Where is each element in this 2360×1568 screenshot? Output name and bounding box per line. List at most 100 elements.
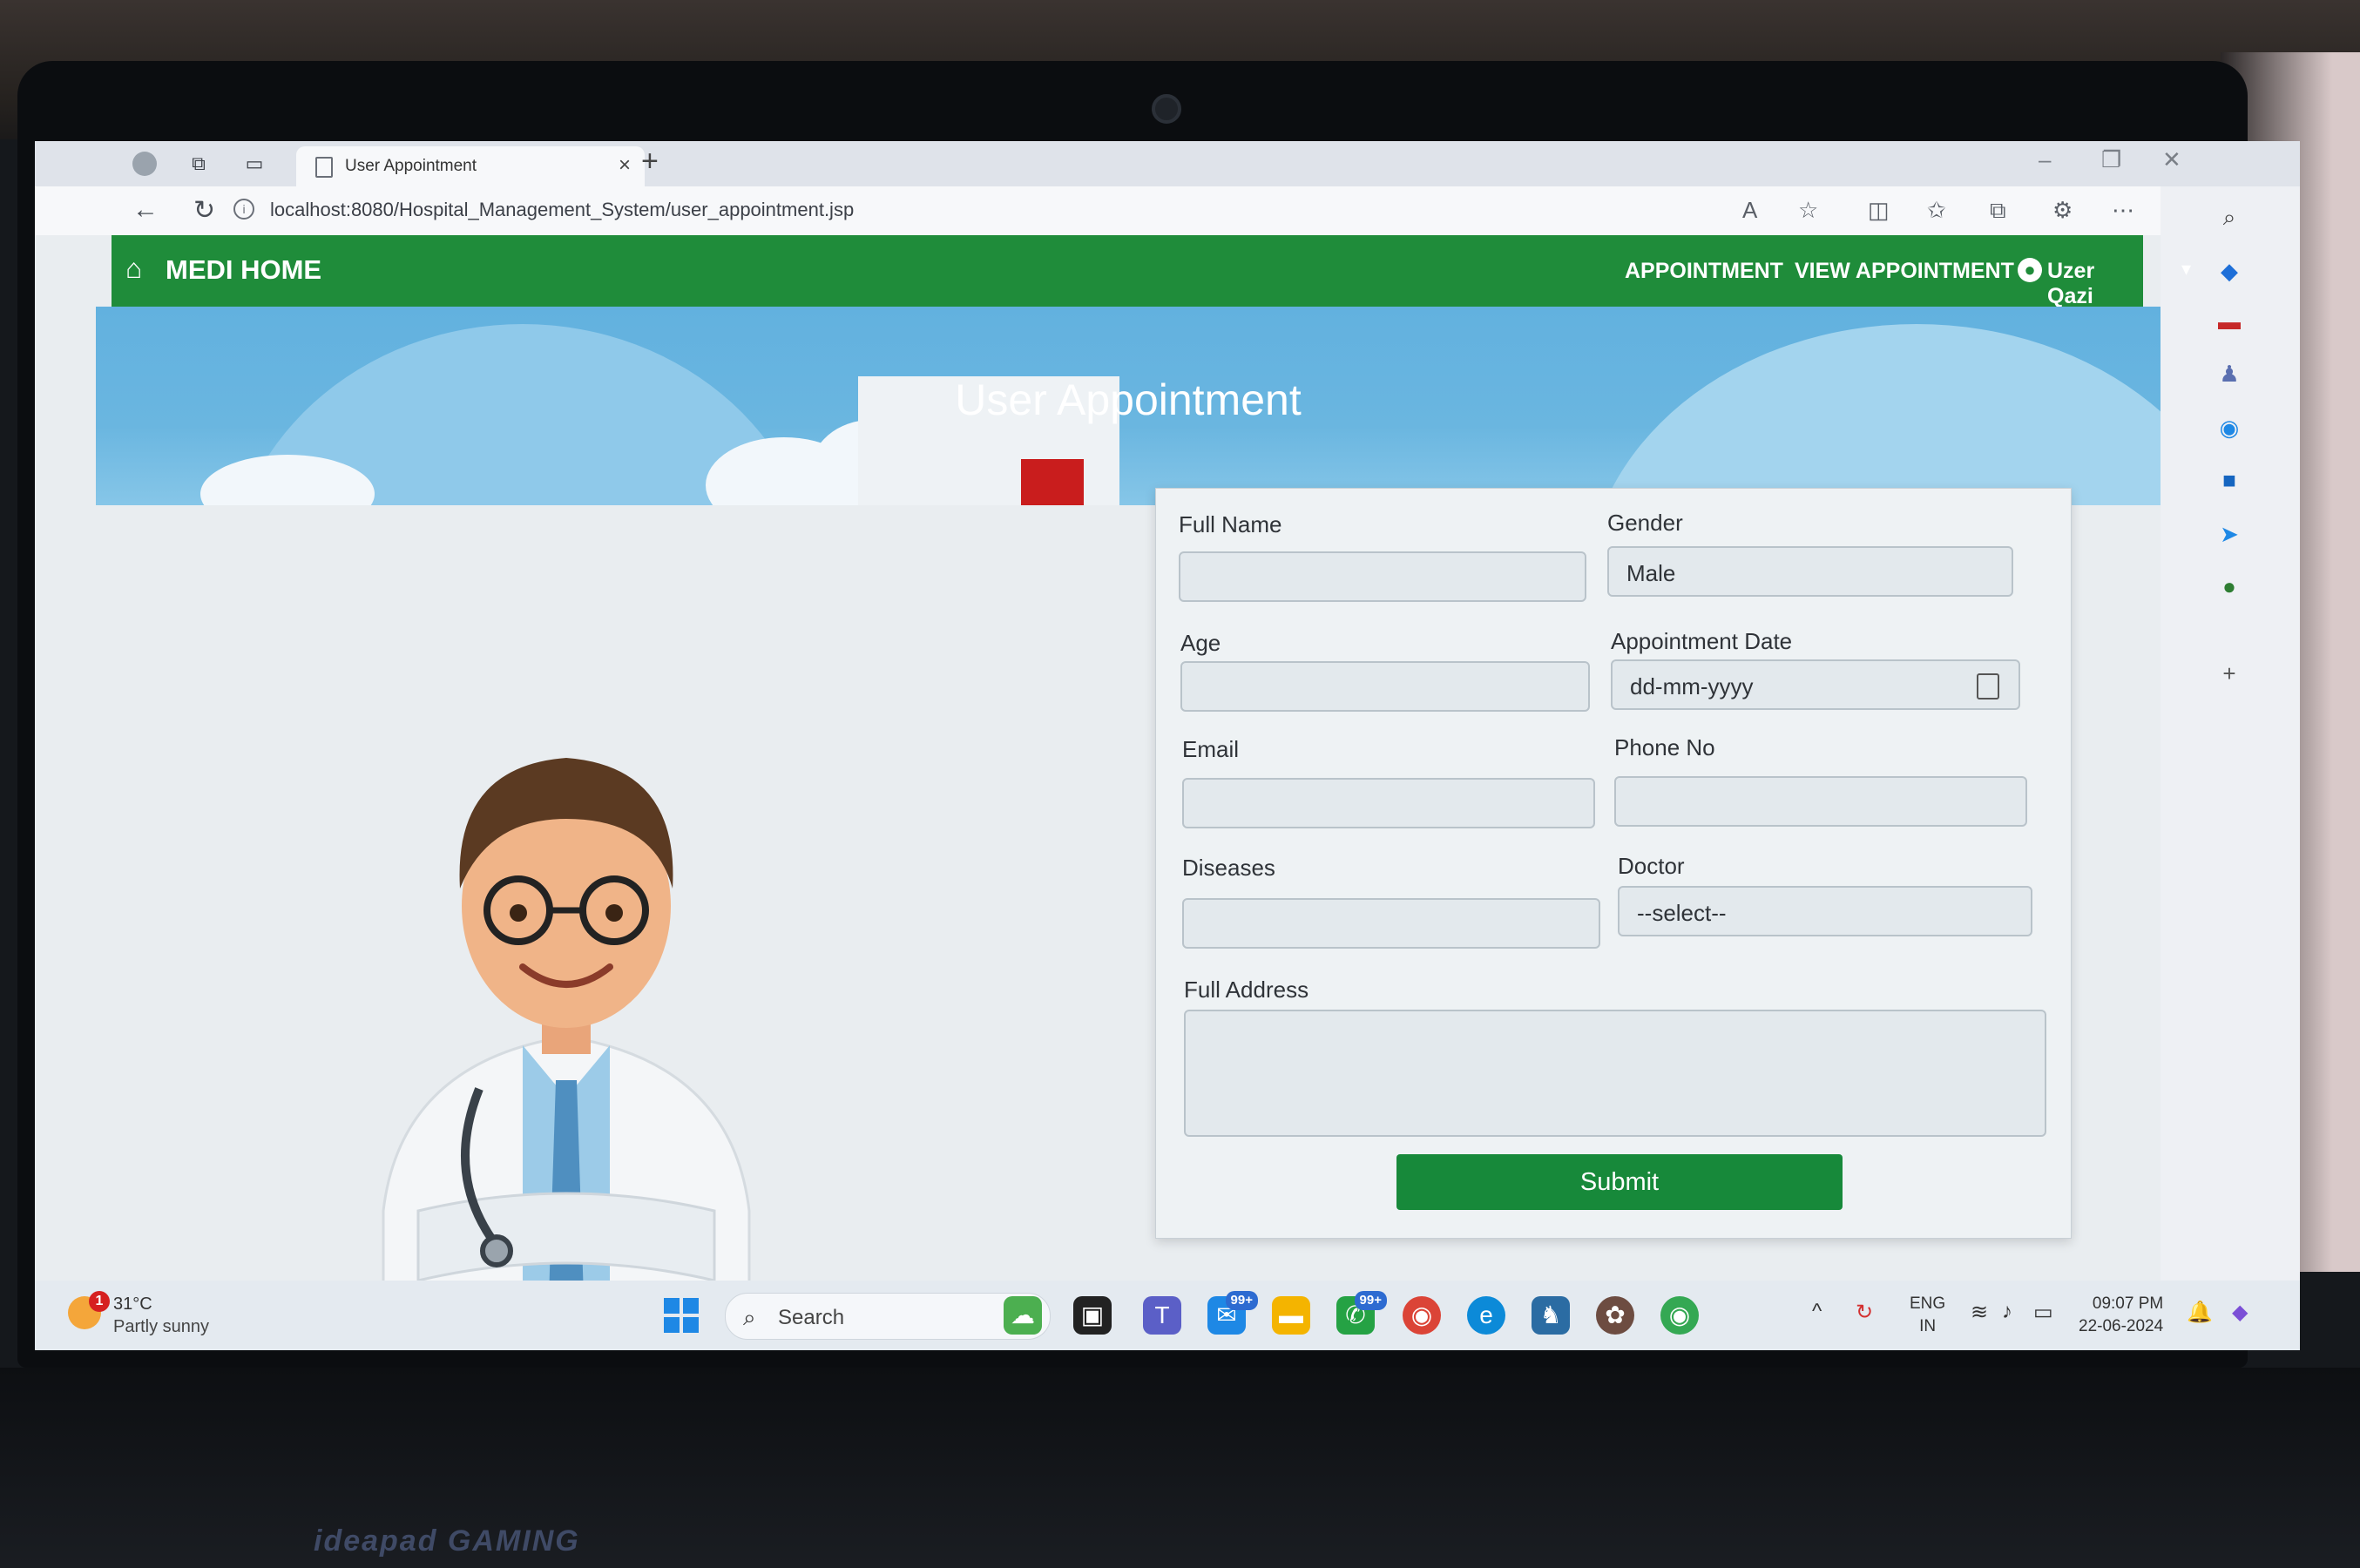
copilot-taskbar-icon[interactable]: ◆ <box>2232 1300 2248 1325</box>
appointment-form-card: Full Name Gender Male Age Appointment Da… <box>1155 488 2072 1239</box>
file-explorer-icon[interactable]: ▬ <box>1272 1296 1310 1335</box>
page-title: User Appointment <box>955 375 1302 424</box>
webcam <box>1152 94 1181 124</box>
diseases-input[interactable] <box>1182 898 1600 949</box>
whatsapp-icon[interactable]: ✆ 99+ <box>1336 1291 1387 1335</box>
mail-icon[interactable]: ✉ 99+ <box>1207 1291 1258 1335</box>
laptop-brand: ideapad GAMING <box>314 1524 580 1558</box>
email-label: Email <box>1182 736 1240 762</box>
user-circle-icon: ● <box>2018 258 2042 282</box>
home-icon[interactable]: ⌂ <box>125 253 142 285</box>
taskbar-search[interactable]: ⌕ Search <box>725 1293 1051 1340</box>
clock[interactable]: 09:07 PM 22-06-2024 <box>2079 1293 2163 1338</box>
games-icon[interactable]: ♟ <box>2216 361 2242 387</box>
profile-icon[interactable] <box>132 152 157 176</box>
postgres-icon[interactable]: ♞ <box>1532 1296 1570 1335</box>
doctor-value: --select-- <box>1637 900 1727 926</box>
phone-label: Phone No <box>1614 734 1715 760</box>
tab-actions-icon[interactable]: ▭ <box>242 152 267 176</box>
full-address-textarea[interactable] <box>1184 1010 2046 1137</box>
submit-button[interactable]: Submit <box>1396 1154 1843 1210</box>
appointment-date-placeholder: dd-mm-yyyy <box>1630 673 1754 700</box>
new-tab-button[interactable]: + <box>641 145 659 179</box>
tab-user-appointment[interactable]: User Appointment × <box>296 146 645 186</box>
teams-icon[interactable]: T <box>1143 1296 1181 1335</box>
search-icon: ⌕ <box>743 1304 756 1330</box>
temperature[interactable]: 31°C <box>113 1294 152 1315</box>
volume-icon[interactable]: ♪ <box>2002 1300 2012 1324</box>
extensions-icon[interactable]: ⚙ <box>2052 197 2073 224</box>
add-icon[interactable]: + <box>2216 660 2242 686</box>
full-name-input[interactable] <box>1179 551 1586 602</box>
edge-icon[interactable]: e <box>1467 1296 1505 1335</box>
weather-condition[interactable]: Partly sunny <box>113 1317 209 1337</box>
search-label: Search <box>778 1306 845 1329</box>
email-input[interactable] <box>1182 778 1595 828</box>
minimize-button[interactable]: – <box>2039 146 2051 173</box>
close-tab-icon[interactable]: × <box>619 153 631 178</box>
favorites-icon[interactable]: ✩ <box>1927 197 1946 224</box>
windows-start-icon[interactable] <box>664 1298 699 1333</box>
lang-bottom: IN <box>1919 1317 1937 1335</box>
phone-input[interactable] <box>1614 776 2027 827</box>
app-icon[interactable]: ✿ <box>1596 1296 1634 1335</box>
full-address-label-text: Full Address <box>1184 977 1309 1003</box>
wifi-icon[interactable]: ≋ <box>1971 1300 1988 1325</box>
language-indicator[interactable]: ENG IN <box>1910 1293 1945 1338</box>
more-menu-icon[interactable]: ⋯ <box>2112 197 2134 224</box>
favorite-star-icon[interactable]: ☆ <box>1798 197 1818 224</box>
mail-badge: 99+ <box>1225 1291 1258 1310</box>
refresh-icon[interactable]: ↻ <box>193 195 215 226</box>
search-highlight-icon[interactable]: ☁ <box>1004 1296 1042 1335</box>
back-icon[interactable]: ← <box>132 195 159 225</box>
collections-icon[interactable]: ⧉ <box>1990 197 2006 225</box>
notification-bell-icon[interactable]: 🔔 <box>2187 1300 2213 1325</box>
site-brand[interactable]: MEDI HOME <box>166 254 321 286</box>
whatsapp-badge: 99+ <box>1354 1291 1387 1310</box>
browser-tab-bar: ⧉ ▭ User Appointment × + – ❐ ✕ <box>35 141 2300 186</box>
browser-sidebar: ⌕ ◆ ▬ ♟ ◉ ■ ➤ ● + <box>2161 186 2300 1350</box>
calendar-icon[interactable] <box>1977 673 1999 700</box>
tab-title: User Appointment <box>345 157 477 175</box>
gender-value: Male <box>1626 560 1676 586</box>
site-info-icon[interactable]: i <box>233 199 254 220</box>
appointment-date-input[interactable]: dd-mm-yyyy <box>1611 659 2020 710</box>
chrome-profile-icon[interactable]: ◉ <box>1660 1296 1699 1335</box>
nav-appointment[interactable]: APPOINTMENT <box>1625 259 1783 284</box>
page-icon <box>315 157 333 178</box>
battery-icon[interactable]: ▭ <box>2033 1300 2053 1325</box>
office-icon[interactable]: ◉ <box>2216 415 2242 441</box>
chevron-down-icon[interactable]: ▾ <box>2181 258 2191 280</box>
split-screen-icon[interactable]: ◫ <box>1868 197 1890 224</box>
weather-badge: 1 <box>89 1291 110 1312</box>
gender-label: Gender <box>1607 510 1683 536</box>
user-menu[interactable]: Uzer Qazi <box>2047 259 2143 309</box>
doctor-illustration <box>382 758 751 1350</box>
search-icon[interactable]: ⌕ <box>2216 204 2242 230</box>
sync-icon[interactable]: ↻ <box>1856 1300 1873 1325</box>
age-input[interactable] <box>1180 661 1590 712</box>
chrome-icon[interactable]: ◉ <box>1403 1296 1441 1335</box>
windows-taskbar: 1 31°C Partly sunny ⌕ Search ☁ ▣ T ✉ 99+… <box>35 1281 2300 1350</box>
site-navbar: ⌂ MEDI HOME APPOINTMENT VIEW APPOINTMENT… <box>112 235 2191 309</box>
app-icon[interactable]: ● <box>2216 573 2242 599</box>
maximize-button[interactable]: ❐ <box>2101 146 2121 173</box>
read-aloud-icon[interactable]: A <box>1742 197 1757 224</box>
date: 22-06-2024 <box>2079 1317 2164 1335</box>
tools-icon[interactable]: ▬ <box>2216 308 2242 335</box>
chevron-up-icon[interactable]: ^ <box>1812 1300 1822 1324</box>
doctor-select[interactable]: --select-- <box>1618 886 2032 936</box>
nav-view-appointment[interactable]: VIEW APPOINTMENT <box>1795 259 2014 284</box>
full-name-label: Full Name <box>1179 511 1282 537</box>
send-icon[interactable]: ➤ <box>2216 521 2242 547</box>
workspaces-icon[interactable]: ⧉ <box>186 152 211 176</box>
web-page: ⌂ MEDI HOME APPOINTMENT VIEW APPOINTMENT… <box>35 235 2267 1350</box>
time: 09:07 PM <box>2092 1294 2164 1313</box>
age-label: Age <box>1180 630 1221 656</box>
shopping-icon[interactable]: ◆ <box>2216 258 2242 284</box>
outlook-icon[interactable]: ■ <box>2216 467 2242 493</box>
gender-select[interactable]: Male <box>1607 546 2013 597</box>
close-window-button[interactable]: ✕ <box>2162 146 2181 173</box>
task-view-icon[interactable]: ▣ <box>1073 1296 1112 1335</box>
address-bar[interactable]: localhost:8080/Hospital_Management_Syste… <box>270 199 854 221</box>
